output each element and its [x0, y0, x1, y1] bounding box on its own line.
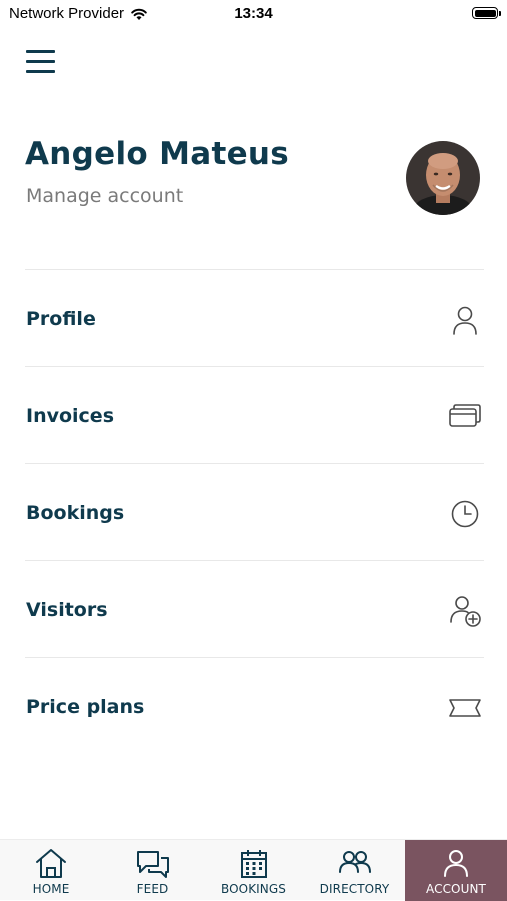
account-menu: Profile Invoices Bookings Visitors Price… — [25, 269, 484, 754]
person-icon — [444, 850, 468, 877]
menu-item-label: Invoices — [26, 405, 115, 427]
battery-icon — [472, 7, 498, 19]
menu-item-label: Profile — [26, 308, 96, 330]
tab-label: ACCOUNT — [426, 882, 486, 896]
tab-account[interactable]: ACCOUNT — [405, 840, 507, 901]
bottom-tab-bar: HOME FEED BOOKINGS DIRECTORY ACCOUNT — [0, 839, 507, 901]
menu-item-label: Visitors — [26, 599, 108, 621]
status-time: 13:34 — [234, 5, 273, 22]
menu-item-price-plans[interactable]: Price plans — [25, 657, 484, 754]
tab-label: FEED — [136, 882, 169, 896]
battery-cap — [499, 11, 501, 16]
menu-item-label: Price plans — [26, 696, 145, 718]
clock-icon — [451, 500, 479, 528]
avatar-photo — [406, 141, 480, 215]
avatar[interactable] — [406, 141, 480, 215]
tab-bookings[interactable]: BOOKINGS — [203, 840, 304, 901]
cards-icon — [449, 404, 481, 427]
menu-item-visitors[interactable]: Visitors — [25, 560, 484, 657]
tab-directory[interactable]: DIRECTORY — [304, 840, 405, 901]
calendar-icon — [240, 850, 267, 878]
menu-item-profile[interactable]: Profile — [25, 269, 484, 366]
people-icon — [338, 851, 371, 873]
chat-bubbles-icon — [136, 851, 169, 878]
add-person-icon — [450, 596, 481, 627]
tab-label: HOME — [32, 882, 70, 896]
tab-label: DIRECTORY — [319, 882, 390, 896]
status-bar: Network Provider 13:34 — [0, 0, 507, 28]
home-icon — [36, 849, 66, 878]
manage-account-link[interactable]: Manage account — [26, 185, 183, 207]
menu-item-invoices[interactable]: Invoices — [25, 366, 484, 463]
menu-item-label: Bookings — [26, 502, 125, 524]
hamburger-menu-icon[interactable] — [26, 50, 56, 74]
tab-feed[interactable]: FEED — [102, 840, 203, 901]
tab-label: BOOKINGS — [220, 882, 286, 896]
tab-home[interactable]: HOME — [0, 840, 102, 901]
ticket-icon — [449, 699, 481, 717]
user-name: Angelo Mateus — [25, 136, 290, 172]
person-icon — [453, 306, 477, 335]
menu-item-bookings[interactable]: Bookings — [25, 463, 484, 560]
